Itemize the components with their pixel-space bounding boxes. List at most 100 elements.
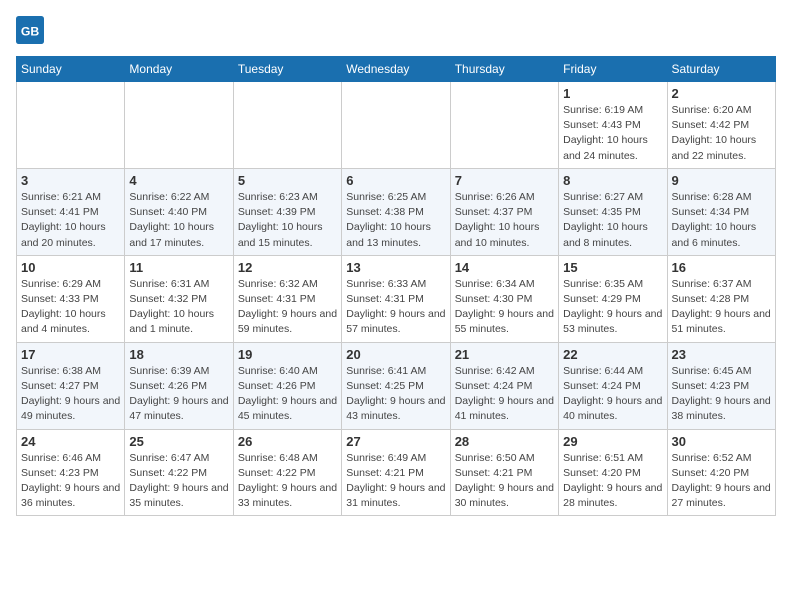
calendar-table: SundayMondayTuesdayWednesdayThursdayFrid… (16, 56, 776, 516)
calendar-cell: 29 Sunrise: 6:51 AM Sunset: 4:20 PM Dayli… (559, 429, 667, 516)
day-number: 1 (563, 86, 662, 101)
day-number: 9 (672, 173, 771, 188)
day-info: Sunrise: 6:41 AM Sunset: 4:25 PM Dayligh… (346, 364, 445, 425)
calendar-cell: 3 Sunrise: 6:21 AM Sunset: 4:41 PM Daylig… (17, 168, 125, 255)
calendar-cell (125, 82, 233, 169)
weekday-header: Monday (125, 57, 233, 82)
day-info: Sunrise: 6:33 AM Sunset: 4:31 PM Dayligh… (346, 277, 445, 338)
calendar-cell: 18Sunrise: 6:39 AM Sunset: 4:26 PM Dayli… (125, 342, 233, 429)
day-number: 12 (238, 260, 337, 275)
calendar-week-row: 10 Sunrise: 6:29 AM Sunset: 4:33 PM Dayli… (17, 255, 776, 342)
day-number: 27 (346, 434, 445, 449)
page-header: GB (16, 16, 776, 44)
logo: GB (16, 16, 48, 44)
calendar-cell: 2Sunrise: 6:20 AM Sunset: 4:42 PM Daylig… (667, 82, 775, 169)
day-info: Sunrise: 6:28 AM Sunset: 4:34 PM Dayligh… (672, 190, 771, 251)
day-info: Sunrise: 6:49 AM Sunset: 4:21 PM Dayligh… (346, 451, 445, 512)
day-info: Sunrise: 6:19 AM Sunset: 4:43 PM Dayligh… (563, 103, 662, 164)
calendar-cell: 16 Sunrise: 6:37 AM Sunset: 4:28 PM Dayli… (667, 255, 775, 342)
calendar-cell: 20Sunrise: 6:41 AM Sunset: 4:25 PM Dayli… (342, 342, 450, 429)
calendar-week-row: 3 Sunrise: 6:21 AM Sunset: 4:41 PM Daylig… (17, 168, 776, 255)
day-number: 6 (346, 173, 445, 188)
day-info: Sunrise: 6:34 AM Sunset: 4:30 PM Dayligh… (455, 277, 554, 338)
calendar-cell: 24 Sunrise: 6:46 AM Sunset: 4:23 PM Dayli… (17, 429, 125, 516)
day-number: 17 (21, 347, 120, 362)
calendar-cell: 17 Sunrise: 6:38 AM Sunset: 4:27 PM Dayli… (17, 342, 125, 429)
calendar-cell (450, 82, 558, 169)
calendar-week-row: 17 Sunrise: 6:38 AM Sunset: 4:27 PM Dayli… (17, 342, 776, 429)
calendar-cell: 1 Sunrise: 6:19 AM Sunset: 4:43 PM Daylig… (559, 82, 667, 169)
calendar-cell: 5 Sunrise: 6:23 AM Sunset: 4:39 PM Daylig… (233, 168, 341, 255)
day-number: 26 (238, 434, 337, 449)
weekday-header: Friday (559, 57, 667, 82)
calendar-cell: 11 Sunrise: 6:31 AM Sunset: 4:32 PM Dayli… (125, 255, 233, 342)
calendar-cell (233, 82, 341, 169)
calendar-cell: 13 Sunrise: 6:33 AM Sunset: 4:31 PM Dayli… (342, 255, 450, 342)
day-info: Sunrise: 6:22 AM Sunset: 4:40 PM Dayligh… (129, 190, 228, 251)
day-info: Sunrise: 6:26 AM Sunset: 4:37 PM Dayligh… (455, 190, 554, 251)
calendar-body: 1 Sunrise: 6:19 AM Sunset: 4:43 PM Daylig… (17, 82, 776, 516)
day-number: 4 (129, 173, 228, 188)
weekday-header: Sunday (17, 57, 125, 82)
day-number: 7 (455, 173, 554, 188)
day-number: 21 (455, 347, 554, 362)
day-number: 8 (563, 173, 662, 188)
calendar-cell: 27 Sunrise: 6:49 AM Sunset: 4:21 PM Dayli… (342, 429, 450, 516)
calendar-cell: 25 Sunrise: 6:47 AM Sunset: 4:22 PM Dayli… (125, 429, 233, 516)
day-info: Sunrise: 6:48 AM Sunset: 4:22 PM Dayligh… (238, 451, 337, 512)
day-number: 14 (455, 260, 554, 275)
day-info: Sunrise: 6:44 AM Sunset: 4:24 PM Dayligh… (563, 364, 662, 425)
calendar-cell: 28 Sunrise: 6:50 AM Sunset: 4:21 PM Dayli… (450, 429, 558, 516)
calendar-cell: 6 Sunrise: 6:25 AM Sunset: 4:38 PM Daylig… (342, 168, 450, 255)
calendar-cell: 26 Sunrise: 6:48 AM Sunset: 4:22 PM Dayli… (233, 429, 341, 516)
day-info: Sunrise: 6:35 AM Sunset: 4:29 PM Dayligh… (563, 277, 662, 338)
calendar-cell: 14 Sunrise: 6:34 AM Sunset: 4:30 PM Dayli… (450, 255, 558, 342)
calendar-cell: 10 Sunrise: 6:29 AM Sunset: 4:33 PM Dayli… (17, 255, 125, 342)
day-info: Sunrise: 6:37 AM Sunset: 4:28 PM Dayligh… (672, 277, 771, 338)
calendar-week-row: 1 Sunrise: 6:19 AM Sunset: 4:43 PM Daylig… (17, 82, 776, 169)
calendar-cell (342, 82, 450, 169)
day-info: Sunrise: 6:52 AM Sunset: 4:20 PM Dayligh… (672, 451, 771, 512)
day-info: Sunrise: 6:42 AM Sunset: 4:24 PM Dayligh… (455, 364, 554, 425)
day-info: Sunrise: 6:40 AM Sunset: 4:26 PM Dayligh… (238, 364, 337, 425)
day-info: Sunrise: 6:25 AM Sunset: 4:38 PM Dayligh… (346, 190, 445, 251)
day-number: 10 (21, 260, 120, 275)
day-info: Sunrise: 6:23 AM Sunset: 4:39 PM Dayligh… (238, 190, 337, 251)
day-number: 13 (346, 260, 445, 275)
day-info: Sunrise: 6:51 AM Sunset: 4:20 PM Dayligh… (563, 451, 662, 512)
calendar-week-row: 24 Sunrise: 6:46 AM Sunset: 4:23 PM Dayli… (17, 429, 776, 516)
day-number: 25 (129, 434, 228, 449)
calendar-cell: 30Sunrise: 6:52 AM Sunset: 4:20 PM Dayli… (667, 429, 775, 516)
calendar-cell: 22 Sunrise: 6:44 AM Sunset: 4:24 PM Dayli… (559, 342, 667, 429)
calendar-cell (17, 82, 125, 169)
day-info: Sunrise: 6:47 AM Sunset: 4:22 PM Dayligh… (129, 451, 228, 512)
calendar-cell: 7 Sunrise: 6:26 AM Sunset: 4:37 PM Daylig… (450, 168, 558, 255)
day-number: 22 (563, 347, 662, 362)
day-number: 16 (672, 260, 771, 275)
day-number: 11 (129, 260, 228, 275)
day-info: Sunrise: 6:39 AM Sunset: 4:26 PM Dayligh… (129, 364, 228, 425)
day-number: 19 (238, 347, 337, 362)
day-info: Sunrise: 6:31 AM Sunset: 4:32 PM Dayligh… (129, 277, 228, 338)
day-info: Sunrise: 6:29 AM Sunset: 4:33 PM Dayligh… (21, 277, 120, 338)
day-info: Sunrise: 6:20 AM Sunset: 4:42 PM Dayligh… (672, 103, 771, 164)
day-info: Sunrise: 6:21 AM Sunset: 4:41 PM Dayligh… (21, 190, 120, 251)
day-number: 28 (455, 434, 554, 449)
calendar-cell: 12Sunrise: 6:32 AM Sunset: 4:31 PM Dayli… (233, 255, 341, 342)
day-number: 5 (238, 173, 337, 188)
day-info: Sunrise: 6:50 AM Sunset: 4:21 PM Dayligh… (455, 451, 554, 512)
day-number: 29 (563, 434, 662, 449)
calendar-cell: 9 Sunrise: 6:28 AM Sunset: 4:34 PM Daylig… (667, 168, 775, 255)
calendar-cell: 4 Sunrise: 6:22 AM Sunset: 4:40 PM Daylig… (125, 168, 233, 255)
day-number: 24 (21, 434, 120, 449)
calendar-header: SundayMondayTuesdayWednesdayThursdayFrid… (17, 57, 776, 82)
day-info: Sunrise: 6:38 AM Sunset: 4:27 PM Dayligh… (21, 364, 120, 425)
calendar-cell: 23Sunrise: 6:45 AM Sunset: 4:23 PM Dayli… (667, 342, 775, 429)
calendar-cell: 8 Sunrise: 6:27 AM Sunset: 4:35 PM Daylig… (559, 168, 667, 255)
weekday-header: Tuesday (233, 57, 341, 82)
day-number: 3 (21, 173, 120, 188)
calendar-cell: 19 Sunrise: 6:40 AM Sunset: 4:26 PM Dayli… (233, 342, 341, 429)
calendar-cell: 15Sunrise: 6:35 AM Sunset: 4:29 PM Dayli… (559, 255, 667, 342)
day-info: Sunrise: 6:27 AM Sunset: 4:35 PM Dayligh… (563, 190, 662, 251)
day-info: Sunrise: 6:46 AM Sunset: 4:23 PM Dayligh… (21, 451, 120, 512)
